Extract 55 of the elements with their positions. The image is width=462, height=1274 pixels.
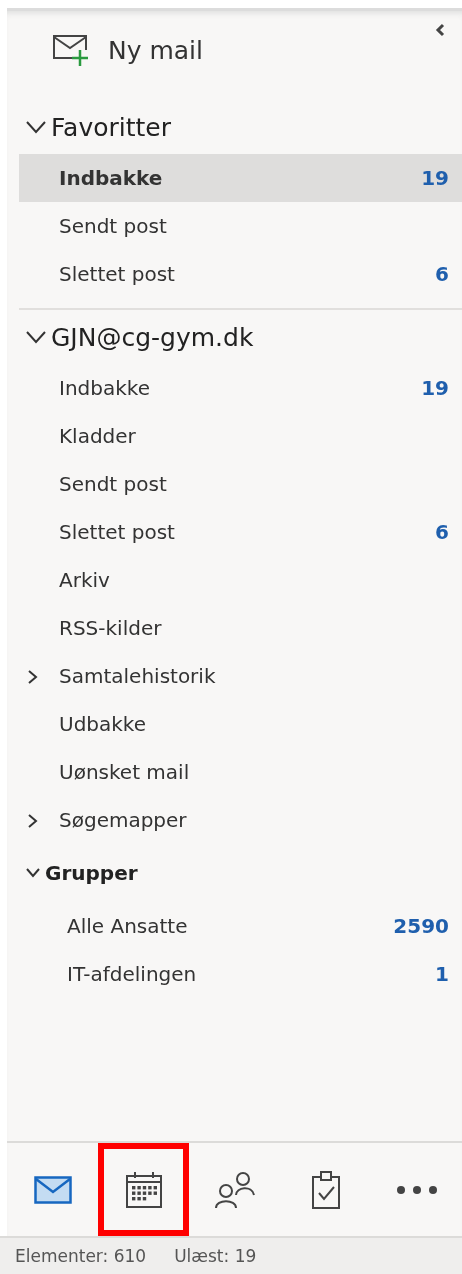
unread-count: 6 [435,262,449,286]
folder-name: Indbakke [59,376,151,400]
unread-count: 6 [435,520,449,544]
folder-name: RSS-kilder [59,616,163,640]
status-text: Ulæst: 19 [174,1246,257,1266]
new-mail-icon [52,33,90,68]
more-icon [395,1184,438,1195]
folder-name: Arkiv [59,568,111,592]
folder-item[interactable]: Kladder [19,412,462,460]
folder-item[interactable]: IT-afdelingen 1 [19,950,462,998]
folder-name: Indbakke [59,166,164,190]
folder-item[interactable]: Slettet post 6 [19,250,462,298]
folder-item[interactable]: RSS-kilder [19,604,462,652]
folder-name: IT-afdelingen [67,962,198,986]
chevron-down-icon [25,867,41,879]
folder-name: Samtalehistorik [59,664,217,688]
folder-name: Slettet post [59,520,176,544]
folder-item[interactable]: Indbakke 19 [19,364,462,412]
calendar-icon [124,1170,163,1209]
status-text: Elementer: 610 [15,1246,147,1266]
people-icon [213,1170,256,1209]
folder-item[interactable]: Indbakke 19 [19,154,462,202]
folder-name: Sendt post [59,472,168,496]
chevron-left-icon [435,23,445,37]
chevron-down-icon [25,330,47,344]
folder-item[interactable]: Udbakke [19,700,462,748]
folder-name: Udbakke [59,712,148,736]
folder-name: Slettet post [59,262,176,286]
folder-item[interactable]: Arkiv [19,556,462,604]
folder-name: Sendt post [59,214,168,238]
chevron-right-icon [27,813,39,829]
folder-item[interactable]: Uønsket mail [19,748,462,796]
unread-count: 19 [421,376,449,400]
unread-count: 2590 [393,914,449,938]
folder-name: Uønsket mail [59,760,191,784]
chevron-right-icon [27,669,39,685]
folder-item[interactable]: Sendt post [19,202,462,250]
folder-item[interactable]: Sendt post [19,460,462,508]
section-header[interactable]: GJN@cg-gym.dk [19,310,462,364]
unread-count: 19 [421,166,449,190]
folder-name: Søgemapper [59,808,188,832]
folder-item[interactable]: Slettet post 6 [19,508,462,556]
nav-button[interactable] [98,1143,189,1236]
section-header[interactable]: Grupper [19,844,462,902]
unread-count: 1 [435,962,449,986]
folder-item[interactable]: Samtalehistorik [19,652,462,700]
folder-item[interactable]: Alle Ansatte 2590 [19,902,462,950]
mail-icon [33,1175,72,1204]
folder-name: Alle Ansatte [67,914,189,938]
section-header[interactable]: Favoritter [19,100,462,154]
new-mail-button[interactable]: Ny mail [52,33,203,68]
chevron-down-icon [25,120,47,134]
folder-item[interactable]: Søgemapper [19,796,462,844]
folder-name: Kladder [59,424,137,448]
clipboard-check-icon [310,1170,341,1209]
